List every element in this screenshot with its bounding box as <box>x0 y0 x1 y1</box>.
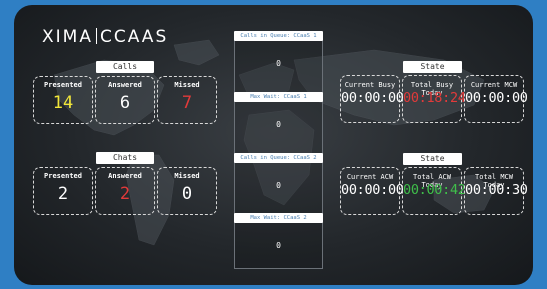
chats-answered-label: Answered <box>108 172 142 180</box>
max-wait-2-label: Max Wait: CCaaS 2 <box>234 213 323 223</box>
chats-answered-box: Answered 2 <box>95 167 155 215</box>
calls-presented-box: Presented 14 <box>33 76 93 124</box>
total-mcw-value: 00:00:30 <box>465 182 528 198</box>
total-busy-value: 00:18:24 <box>403 90 466 106</box>
chats-missed-box: Missed 0 <box>157 167 217 215</box>
calls-in-queue-1-label: Calls in Queue: CCaaS 1 <box>234 31 323 41</box>
calls-in-queue-1-value: 0 <box>276 59 281 68</box>
calls-missed-value: 7 <box>181 93 193 113</box>
total-acw-box: Total ACW Today 00:00:42 <box>402 167 466 215</box>
state-top-tag: State <box>403 61 462 73</box>
dashboard-panel: XIMA CCAAS Calls Presented 14 Answered 6 … <box>14 5 533 285</box>
calls-in-queue-2-label: Calls in Queue: CCaaS 2 <box>234 153 323 163</box>
calls-answered-box: Answered 6 <box>95 76 155 124</box>
current-acw-box: Current ACW 00:00:00 <box>340 167 404 215</box>
current-busy-label: Current Busy <box>344 81 396 89</box>
calls-answered-value: 6 <box>119 93 131 113</box>
xima-ccaas-logo: XIMA CCAAS <box>42 27 169 47</box>
current-mcw-box: Current MCW 00:00:00 <box>464 75 528 123</box>
queue-column <box>234 35 323 269</box>
current-busy-box: Current Busy 00:00:00 <box>340 75 404 123</box>
total-mcw-box: Total MCW Today 00:00:30 <box>464 167 528 215</box>
chats-tag: Chats <box>96 152 154 164</box>
calls-tag: Calls <box>96 61 154 73</box>
calls-presented-label: Presented <box>44 81 82 89</box>
state-bottom-tag: State <box>403 153 462 165</box>
max-wait-1-value: 0 <box>276 120 281 129</box>
current-mcw-value: 00:00:00 <box>465 90 528 106</box>
chats-missed-value: 0 <box>181 184 193 204</box>
chats-missed-label: Missed <box>174 172 200 180</box>
chats-presented-value: 2 <box>57 184 69 204</box>
current-busy-value: 00:00:00 <box>341 90 404 106</box>
calls-missed-label: Missed <box>174 81 200 89</box>
current-acw-label: Current ACW <box>346 173 394 181</box>
current-mcw-label: Current MCW <box>470 81 518 89</box>
max-wait-1-label: Max Wait: CCaaS 1 <box>234 92 323 102</box>
calls-presented-value: 14 <box>52 93 74 113</box>
calls-answered-label: Answered <box>108 81 142 89</box>
current-acw-value: 00:00:00 <box>341 182 404 198</box>
total-busy-box: Total Busy Today 00:18:24 <box>402 75 466 123</box>
calls-missed-box: Missed 7 <box>157 76 217 124</box>
total-acw-value: 00:00:42 <box>403 182 466 198</box>
chats-answered-value: 2 <box>119 184 131 204</box>
chats-presented-label: Presented <box>44 172 82 180</box>
max-wait-2-value: 0 <box>276 241 281 250</box>
chats-presented-box: Presented 2 <box>33 167 93 215</box>
calls-in-queue-2-value: 0 <box>276 181 281 190</box>
